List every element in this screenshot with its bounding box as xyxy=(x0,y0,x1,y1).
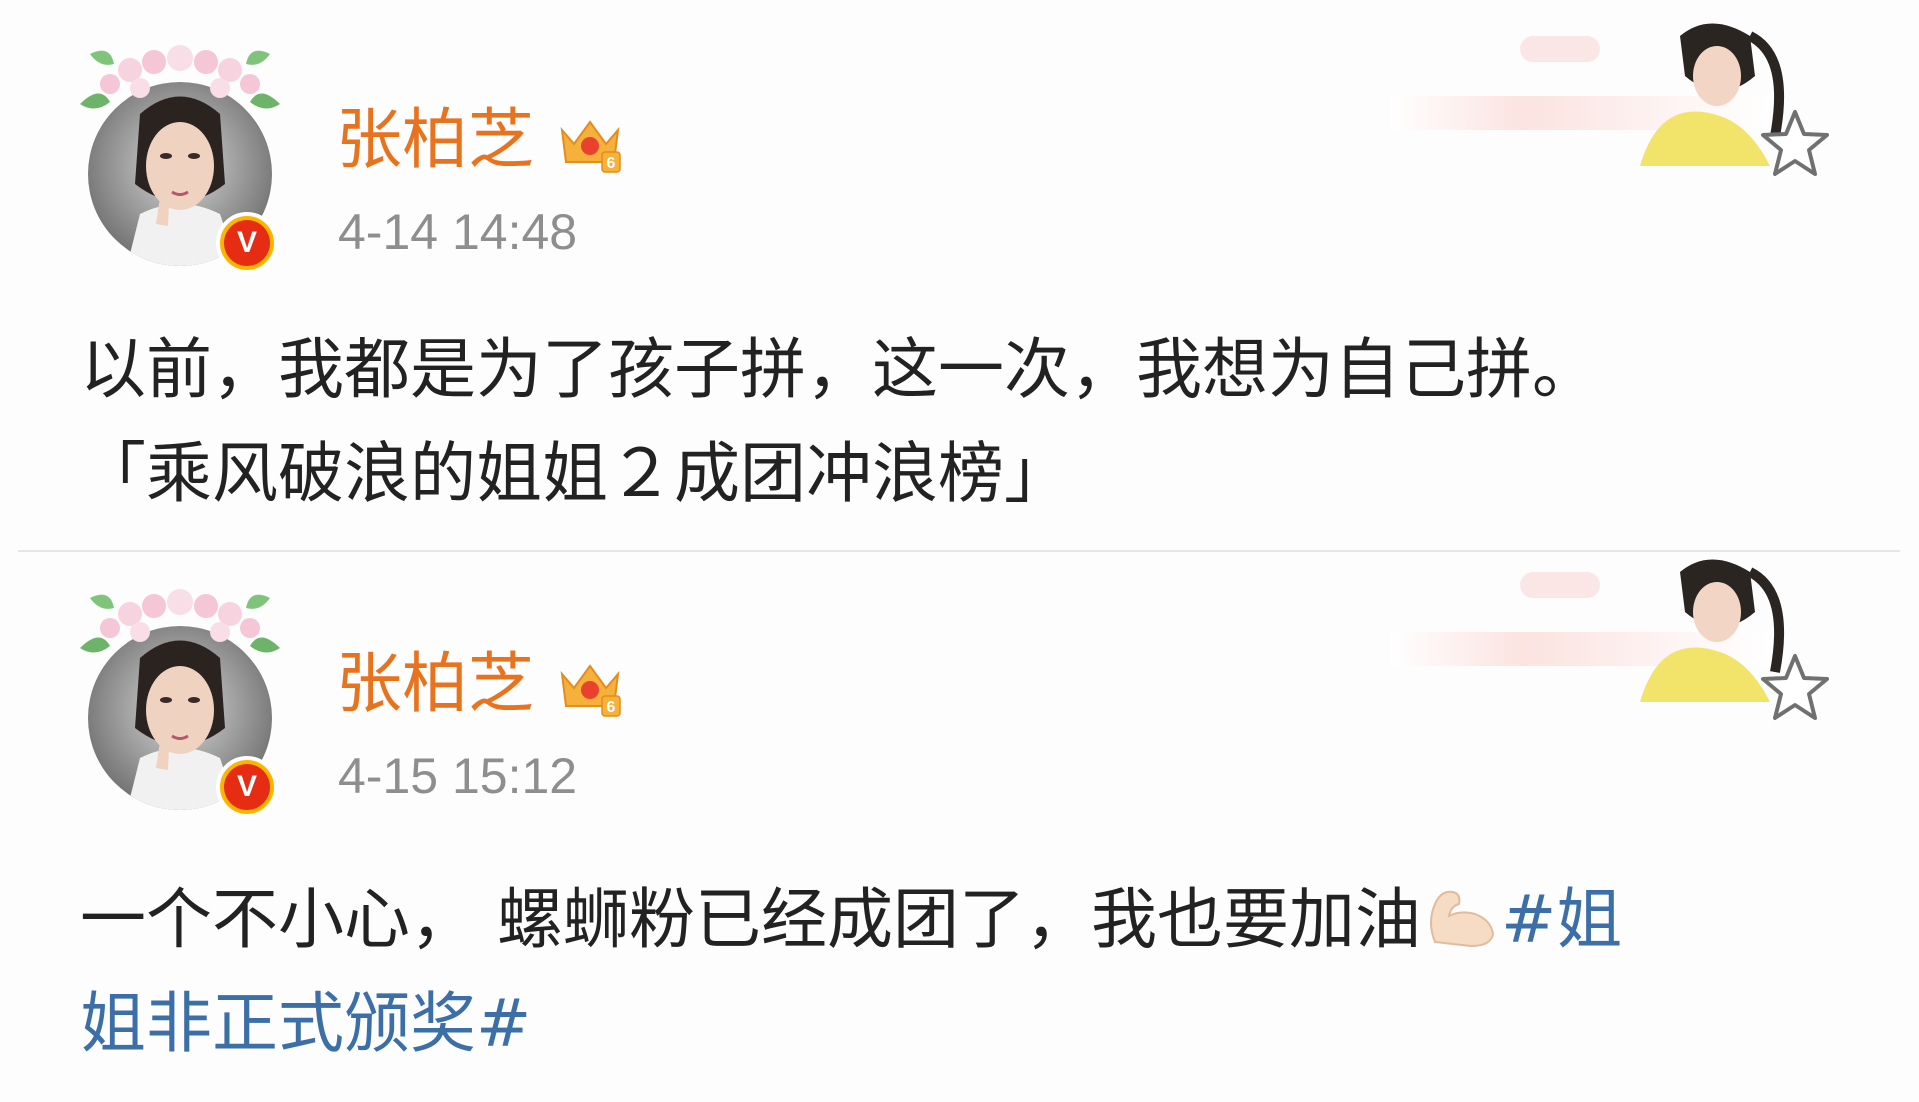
verified-label: V xyxy=(224,764,270,810)
member-level: 6 xyxy=(607,699,616,716)
verified-badge-icon: V xyxy=(216,756,278,818)
username[interactable]: 张柏芝 xyxy=(336,100,534,180)
post-text-line: 以前，我都是为了孩子拼，这一次，我想为自己拼。 xyxy=(80,331,1598,408)
weibo-feed: V 张柏芝 6 4-14 14:48 以前，我都是为了孩子拼，这一次，我想为自己… xyxy=(0,0,1919,1102)
post-timestamp[interactable]: 4-14 14:48 xyxy=(338,200,577,264)
post-content: 以前，我都是为了孩子拼，这一次，我想为自己拼。 「乘风破浪的姐姐２成团冲浪榜」 xyxy=(80,318,1880,526)
username[interactable]: 张柏芝 xyxy=(336,644,534,724)
hashtag-link[interactable]: 姐非正式颁奖# xyxy=(80,972,1880,1076)
post-content: 一个不小心， 螺蛳粉已经成团了，我也要加油 #姐 姐非正式颁奖# xyxy=(80,868,1880,1076)
verified-label: V xyxy=(224,220,270,266)
avatar[interactable]: V xyxy=(70,44,290,284)
star-outline-icon[interactable] xyxy=(1755,648,1835,728)
star-outline-icon[interactable] xyxy=(1755,104,1835,184)
verified-badge-icon: V xyxy=(216,212,278,274)
weibo-post: V 张柏芝 6 4-14 14:48 以前，我都是为了孩子拼，这一次，我想为自己… xyxy=(0,0,1919,552)
avatar[interactable]: V xyxy=(70,588,290,828)
post-text-line: 一个不小心， 螺蛳粉已经成团了，我也要加油 #姐 xyxy=(80,868,1880,972)
post-timestamp[interactable]: 4-15 15:12 xyxy=(338,744,577,808)
post-text-line: 「乘风破浪的姐姐２成团冲浪榜」 xyxy=(80,435,1070,512)
vip-crown-icon[interactable]: 6 xyxy=(556,108,624,176)
member-level: 6 xyxy=(607,155,616,172)
hashtag-link[interactable]: #姐 xyxy=(1501,881,1622,958)
weibo-post: V 张柏芝 6 4-15 15:12 一个不小心， 螺蛳粉已经成团了，我也要加油… xyxy=(0,552,1919,1102)
post-text: 一个不小心， 螺蛳粉已经成团了，我也要加油 xyxy=(80,881,1421,958)
vip-crown-icon[interactable]: 6 xyxy=(556,652,624,720)
flexed-biceps-emoji-icon xyxy=(1429,890,1494,948)
